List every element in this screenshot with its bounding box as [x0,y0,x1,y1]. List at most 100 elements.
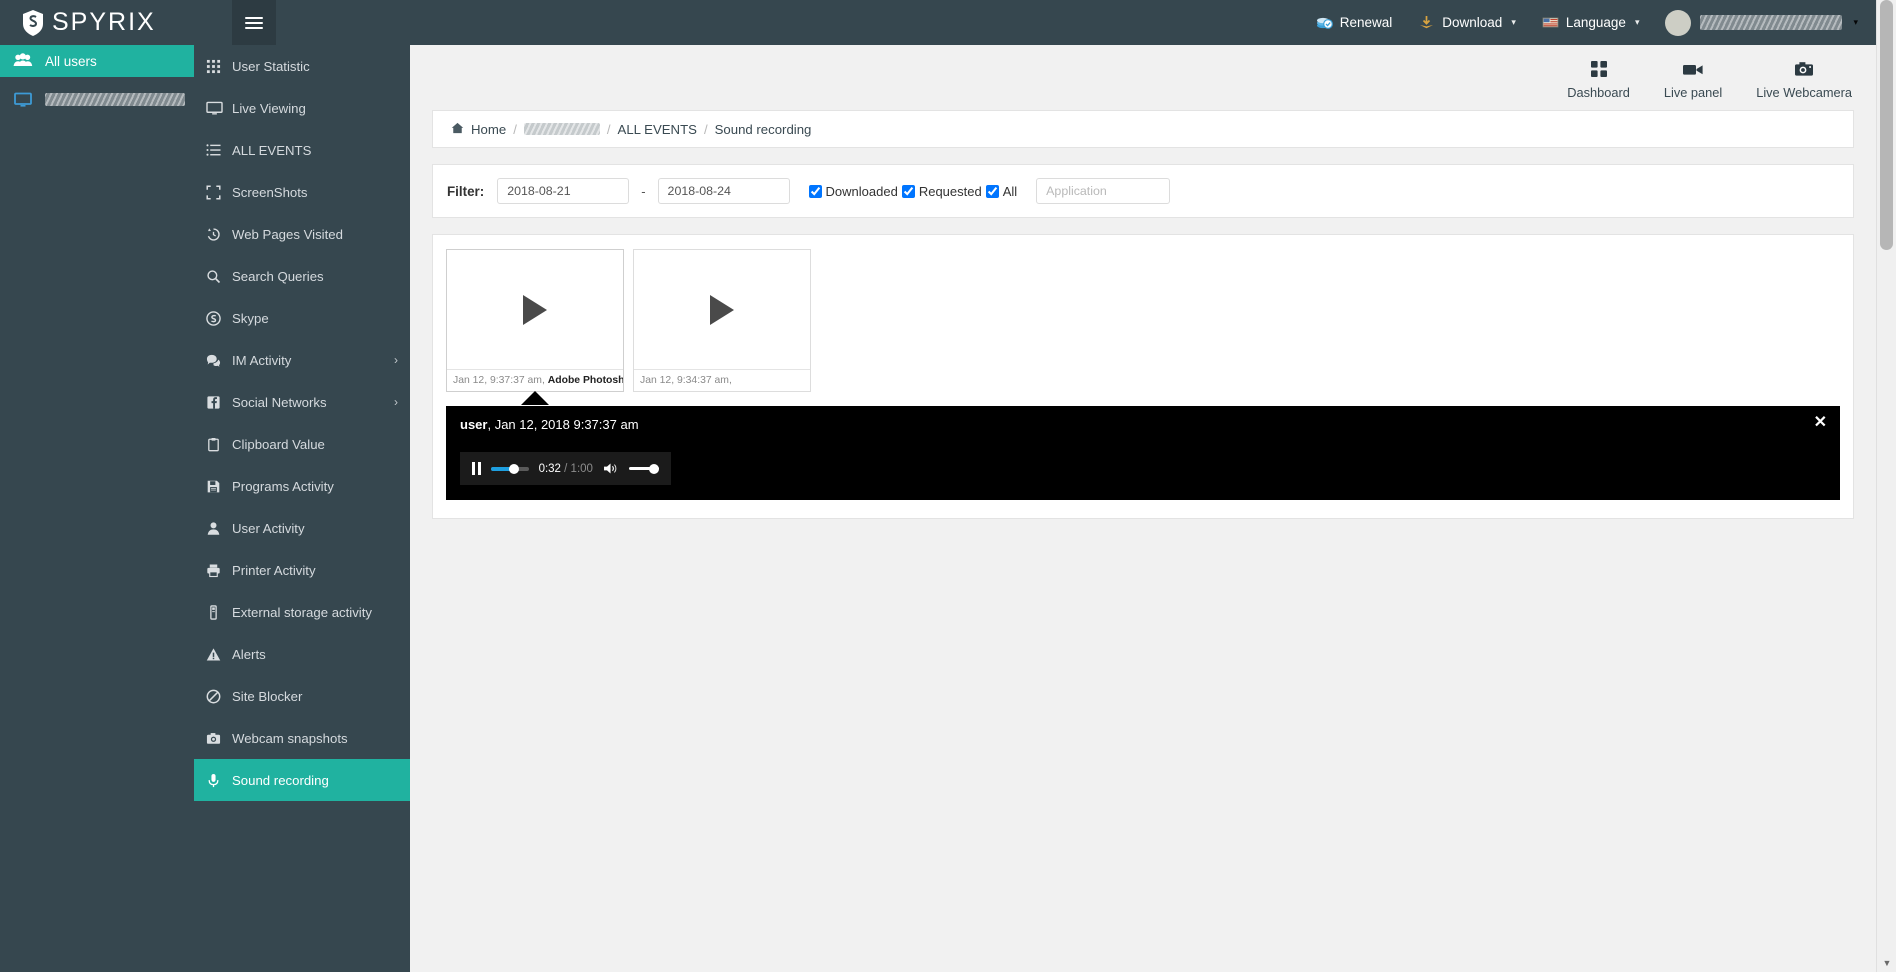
user-list-item[interactable] [0,77,194,122]
recording-thumbnail[interactable] [634,250,810,370]
sidebar-item-screenshots[interactable]: ScreenShots [194,171,410,213]
topnav-language[interactable]: Language ▾ [1542,14,1640,31]
sidebar-item-webcam-snapshots[interactable]: Webcam snapshots [194,717,410,759]
sidebar-item-printer-activity[interactable]: Printer Activity [194,549,410,591]
recording-caption: Jan 12, 9:37:37 am, Adobe Photoshop CS6 [447,370,623,391]
quicknav-live-panel[interactable]: Live panel [1664,59,1722,100]
sidebar-label: Search Queries [232,268,324,284]
printer-icon [206,563,232,578]
breadcrumb-item-sound-recording: Sound recording [714,121,812,137]
shield-s-icon [22,9,44,36]
users-panel: All users [0,45,194,972]
recording-app: Adobe Photoshop CS6 [547,375,623,386]
renewal-coins-icon [1316,14,1333,31]
sidebar-item-user-activity[interactable]: User Activity [194,507,410,549]
sidebar-menu: User Statistic Live Viewing ALL EVENTS S… [194,45,410,972]
sidebar-item-all-users[interactable]: All users [0,45,194,77]
top-bar: SPYRIX Renewal Download ▾ Language ▾ ▾ [0,0,1876,45]
player-current-time: 0:32 [538,462,561,475]
facebook-icon [206,395,232,410]
sidebar-item-live-viewing[interactable]: Live Viewing [194,87,410,129]
dashboard-grid-icon [1590,59,1608,79]
close-icon[interactable]: ✕ [1814,415,1827,431]
page-scrollbar[interactable]: ▲ ▼ [1876,0,1896,972]
monitor-icon [14,92,32,108]
application-filter-input[interactable] [1036,178,1171,204]
quicknav-live-webcamera[interactable]: Live Webcamera [1756,59,1852,100]
sidebar-item-search-queries[interactable]: Search Queries [194,255,410,297]
video-camera-icon [1682,59,1704,79]
spyrix-monitoring-app: SPYRIX Renewal Download ▾ Language ▾ ▾ A… [0,0,1896,972]
sidebar-label: Live Viewing [232,100,306,116]
breadcrumb-separator: / [606,121,611,137]
sidebar-item-social-networks[interactable]: Social Networks › [194,381,410,423]
avatar [1665,9,1692,36]
brand-name: SPYRIX [52,8,156,36]
sidebar-item-external-storage-activity[interactable]: External storage activity [194,591,410,633]
flag-icon [1542,14,1559,31]
recordings-panel: Jan 12, 9:37:37 am, Adobe Photoshop CS6 … [432,234,1854,519]
breadcrumb-home-label: Home [471,121,507,137]
grid-dots-icon [206,59,232,74]
sidebar-label: ScreenShots [232,184,308,200]
quicknav-label: Dashboard [1567,85,1630,100]
sidebar-item-sound-recording[interactable]: Sound recording [194,759,410,801]
player-time: 0:32 / 1:00 [539,463,593,475]
sidebar-item-user-statistic[interactable]: User Statistic [194,45,410,87]
download-icon [1418,14,1435,31]
checkbox-all[interactable]: All [985,184,1017,199]
play-triangle-icon [710,294,734,325]
quicknav-dashboard[interactable]: Dashboard [1567,59,1630,100]
topnav-renewal[interactable]: Renewal [1316,14,1393,31]
date-to-input[interactable] [657,178,790,204]
brand-logo-area[interactable]: SPYRIX [0,0,232,45]
checkbox-downloaded-input[interactable] [808,184,822,198]
account-menu[interactable]: ▾ [1665,9,1858,36]
sidebar-item-im-activity[interactable]: IM Activity › [194,339,410,381]
scrollbar-thumb[interactable] [1880,0,1893,250]
camera-icon [206,731,232,746]
breadcrumb-item-all-events[interactable]: ALL EVENTS [618,122,697,137]
hamburger-icon [245,14,263,32]
checkbox-downloaded-label: Downloaded [825,183,898,199]
sidebar-label: Clipboard Value [232,436,325,452]
selected-card-pointer [521,391,549,405]
progress-slider[interactable] [491,463,529,475]
date-from-input[interactable] [497,178,630,204]
breadcrumb: Home / / ALL EVENTS / Sound recording [432,110,1854,148]
sidebar-item-alerts[interactable]: Alerts [194,633,410,675]
pause-icon[interactable] [472,462,481,475]
volume-handle[interactable] [649,463,659,474]
recording-card[interactable]: Jan 12, 9:37:37 am, Adobe Photoshop CS6 [446,249,624,405]
volume-slider[interactable] [628,463,659,475]
scroll-down-arrow[interactable]: ▼ [1877,954,1896,972]
sidebar-item-skype[interactable]: Skype [194,297,410,339]
menu-toggle-button[interactable] [232,0,276,45]
recording-timestamp: Jan 12, 9:34:37 am, [640,375,732,386]
speaker-icon[interactable] [603,462,619,475]
checkbox-all-input[interactable] [985,184,999,198]
topnav-download[interactable]: Download ▾ [1418,14,1516,31]
checkbox-downloaded[interactable]: Downloaded [808,183,898,199]
recording-thumbnail[interactable] [447,250,623,370]
filter-checkboxes: Downloaded Requested All [808,183,1017,199]
sidebar-item-all-events[interactable]: ALL EVENTS [194,129,410,171]
sidebar-item-site-blocker[interactable]: Site Blocker [194,675,410,717]
home-icon [451,122,464,137]
sidebar-item-web-pages-visited[interactable]: Web Pages Visited [194,213,410,255]
breadcrumb-home[interactable]: Home [451,122,506,137]
checkbox-requested-input[interactable] [901,184,915,198]
breadcrumb-redacted-segment[interactable] [523,123,600,135]
progress-handle[interactable] [508,463,519,474]
sidebar-label: User Statistic [232,58,310,74]
sidebar-item-clipboard-value[interactable]: Clipboard Value [194,423,410,465]
microphone-icon [206,773,232,788]
chevron-down-icon: ▾ [1634,17,1640,27]
recording-card[interactable]: Jan 12, 9:34:37 am, [633,249,811,392]
sidebar-item-programs-activity[interactable]: Programs Activity [194,465,410,507]
person-icon [206,521,232,536]
usb-drive-icon [206,604,232,620]
filter-label: Filter: [447,183,485,199]
checkbox-requested[interactable]: Requested [901,184,982,199]
topnav-renewal-label: Renewal [1339,15,1393,30]
